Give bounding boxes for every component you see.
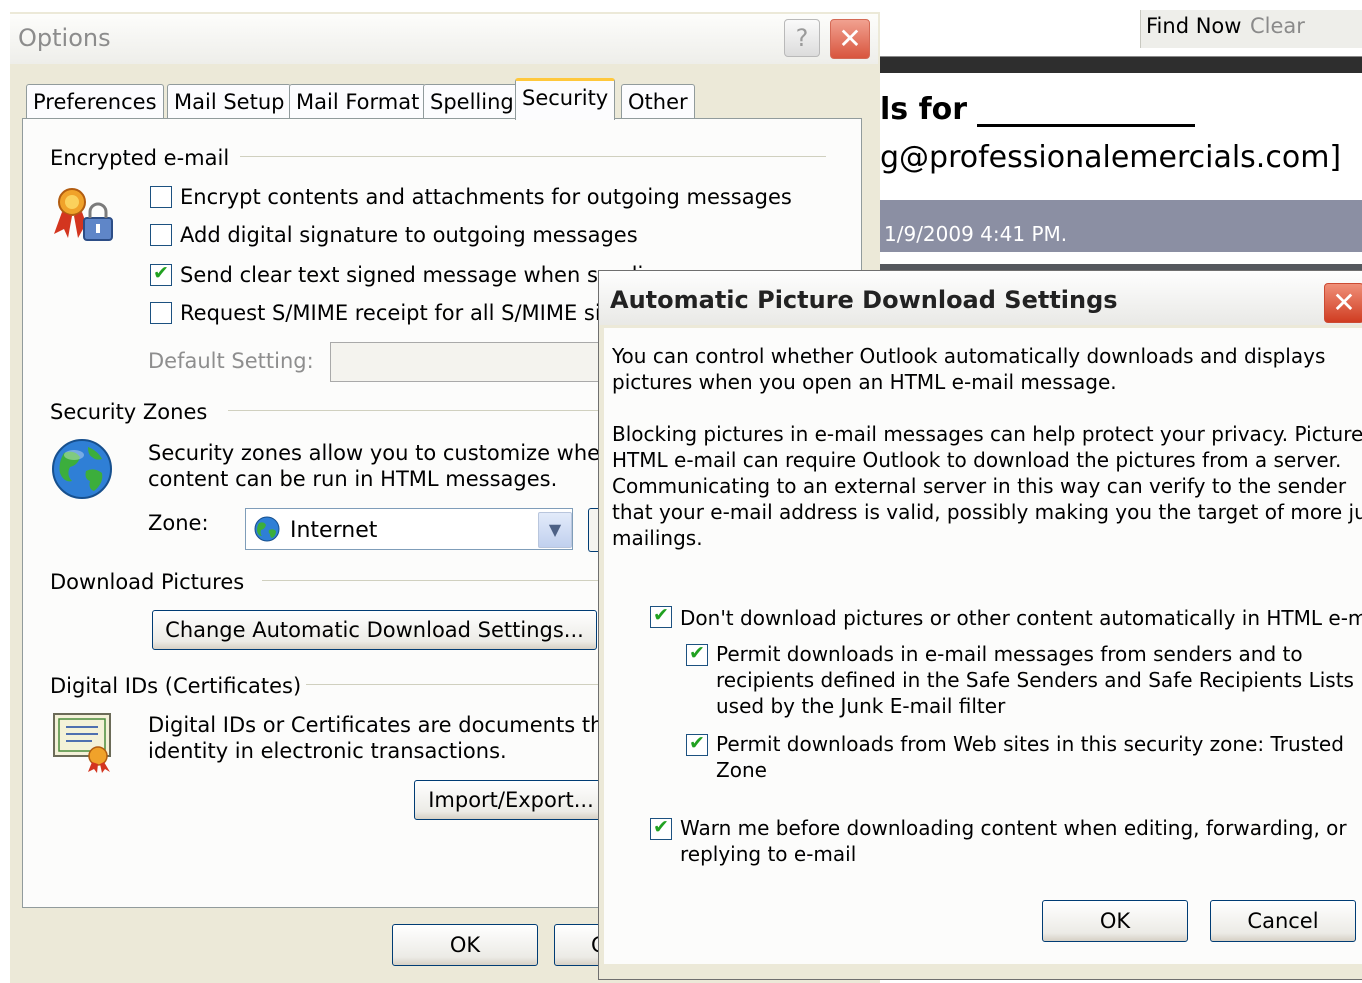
help-button[interactable]: ?: [784, 19, 820, 57]
digital-ids-heading: Digital IDs (Certificates): [50, 674, 302, 698]
intro-line2: pictures when you open an HTML e-mail me…: [612, 370, 1117, 394]
default-setting-field[interactable]: [330, 342, 612, 382]
permit-safe-senders-label: used by the Junk E-mail filter: [716, 694, 1006, 718]
options-title: Options: [18, 24, 111, 52]
privacy-line: that your e-mail address is valid, possi…: [612, 500, 1362, 524]
security-zones-heading: Security Zones: [50, 400, 208, 424]
smime-receipt-checkbox[interactable]: [150, 302, 172, 324]
zone-label: Zone:: [148, 511, 209, 535]
tab-mail-format[interactable]: Mail Format: [289, 84, 427, 118]
tab-security[interactable]: Security: [515, 78, 616, 120]
privacy-line: mailings.: [612, 526, 703, 550]
permit-safe-senders-checkbox[interactable]: [686, 642, 708, 666]
zone-value: Internet: [290, 518, 378, 543]
find-now-button[interactable]: Find Now: [1146, 14, 1241, 38]
tab-spelling[interactable]: Spelling: [423, 84, 521, 118]
internet-globe-icon: [254, 516, 280, 542]
zones-description-line2: content can be run in HTML messages.: [148, 467, 558, 491]
permit-trusted-zone-label: Zone: [716, 758, 767, 782]
subject-text: ls for: [880, 92, 968, 127]
intro-line1: You can control whether Outlook automati…: [612, 344, 1326, 368]
clear-text-signed-checkbox[interactable]: [150, 262, 172, 286]
clear-button[interactable]: Clear: [1250, 14, 1305, 38]
divider: [306, 684, 608, 685]
encrypt-contents-checkbox[interactable]: [150, 186, 172, 208]
privacy-line: HTML e-mail can require Outlook to downl…: [612, 448, 1342, 472]
smime-receipt-label: Request S/MIME receipt for all S/MIME si…: [180, 301, 628, 325]
divider: [228, 410, 608, 411]
options-ok-button[interactable]: OK: [392, 924, 538, 966]
privacy-line: Blocking pictures in e-mail messages can…: [612, 422, 1362, 446]
divider: [262, 580, 608, 581]
tab-mail-setup[interactable]: Mail Setup: [167, 84, 292, 118]
divider: [240, 156, 826, 157]
dont-download-label: Don't download pictures or other content…: [680, 606, 1362, 630]
ribbon-lock-icon: [54, 188, 113, 241]
digital-ids-description-line2: identity in electronic transactions.: [148, 739, 507, 763]
change-download-settings-button[interactable]: Change Automatic Download Settings...: [152, 610, 597, 650]
email-subject: ls for: [880, 92, 1196, 127]
default-setting-label: Default Setting:: [148, 349, 314, 373]
permit-trusted-zone-label: Permit downloads from Web sites in this …: [716, 732, 1344, 756]
header-divider: [880, 56, 1362, 73]
tab-preferences[interactable]: Preferences: [26, 84, 164, 118]
picture-dialog-title: Automatic Picture Download Settings: [610, 286, 1118, 314]
permit-safe-senders-label: Permit downloads in e-mail messages from…: [716, 642, 1303, 666]
clear-text-signed-label: Send clear text signed message when send…: [180, 263, 644, 287]
picture-dialog-close-button[interactable]: ✕: [1324, 283, 1362, 323]
add-signature-checkbox[interactable]: [150, 224, 172, 246]
certificate-icon: [53, 713, 111, 773]
permit-safe-senders-label: recipients defined in the Safe Senders a…: [716, 668, 1354, 692]
encrypted-email-heading: Encrypted e-mail: [50, 146, 230, 170]
subject-blank-line: [977, 96, 1196, 127]
permit-trusted-zone-checkbox[interactable]: [686, 732, 708, 756]
encrypt-contents-label: Encrypt contents and attachments for out…: [180, 185, 792, 209]
download-pictures-heading: Download Pictures: [50, 570, 245, 594]
chevron-down-icon[interactable]: ▼: [538, 512, 572, 548]
globe-icon: [52, 439, 112, 499]
picture-ok-button[interactable]: OK: [1042, 900, 1188, 942]
import-export-button[interactable]: Import/Export...: [414, 780, 608, 820]
zones-description-line1: Security zones allow you to customize wh…: [148, 441, 644, 465]
privacy-line: Communicating to an external server in t…: [612, 474, 1347, 498]
dont-download-checkbox[interactable]: [650, 604, 672, 628]
warn-before-download-label: Warn me before downloading content when …: [680, 816, 1347, 840]
options-title-bar[interactable]: [10, 14, 878, 64]
warn-before-download-label: replying to e-mail: [680, 842, 857, 866]
picture-cancel-button[interactable]: Cancel: [1210, 900, 1356, 942]
warn-before-download-checkbox[interactable]: [650, 816, 672, 840]
tab-other[interactable]: Other: [621, 84, 695, 118]
add-signature-label: Add digital signature to outgoing messag…: [180, 223, 638, 247]
digital-ids-description-line1: Digital IDs or Certificates are document…: [148, 713, 645, 737]
options-close-button[interactable]: ✕: [830, 19, 870, 59]
email-date: 1/9/2009 4:41 PM.: [884, 222, 1068, 246]
email-sender: g@professionalemercials.com]: [880, 140, 1342, 175]
